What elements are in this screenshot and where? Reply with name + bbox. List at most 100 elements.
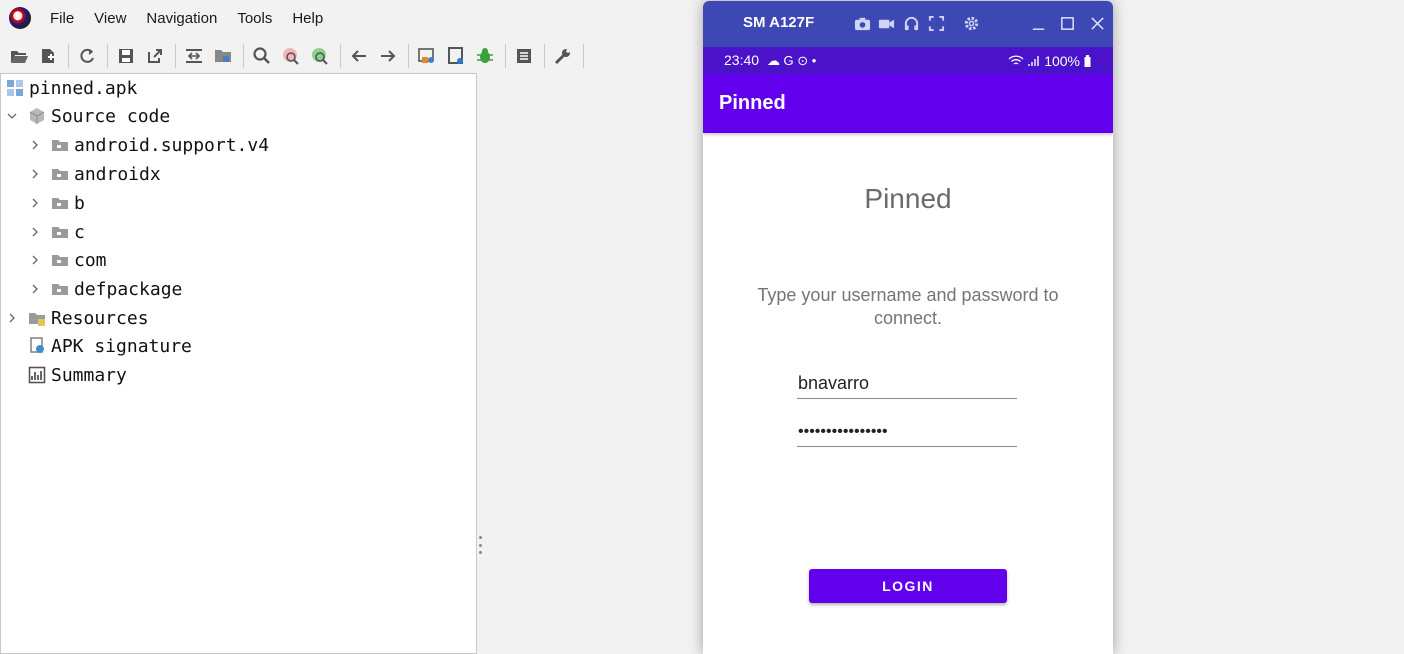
sync-icon[interactable] (75, 44, 99, 68)
status-time: 23:40 ☁ G ⊙ • (724, 52, 817, 68)
panel-splitter-handle[interactable] (478, 536, 482, 554)
summary-chart-icon (27, 365, 47, 385)
tree-item-source-code[interactable]: Source code (5, 102, 170, 130)
quark-icon[interactable] (444, 44, 468, 68)
toolbar-separator (68, 44, 69, 68)
toolbar-separator (175, 44, 176, 68)
tree-root[interactable]: pinned.apk (5, 74, 137, 102)
status-notification-icons: ☁ G ⊙ • (766, 53, 817, 68)
device-mirror-window: SM A127F 23:40 ☁ G ⊙ • 100% Pinned Pinne… (703, 1, 1113, 654)
project-tree-icon[interactable] (211, 44, 235, 68)
toolbar-separator (107, 44, 108, 68)
battery-percent: 100% (1044, 52, 1080, 69)
log-icon[interactable] (512, 44, 536, 68)
tree-item-package[interactable]: com (28, 246, 107, 274)
settings-gear-icon[interactable] (962, 14, 980, 32)
tree-item-resources[interactable]: Resources (5, 304, 149, 332)
tree-item-package[interactable]: android.support.v4 (28, 131, 269, 159)
tree-item-package[interactable]: c (28, 218, 85, 246)
device-title-bar: SM A127F (703, 1, 1113, 47)
tree-item-summary[interactable]: Summary (27, 361, 127, 389)
status-right: 100% (1008, 53, 1091, 69)
save-icon[interactable] (114, 44, 138, 68)
login-screen: Pinned Type your username and password t… (703, 133, 1113, 654)
tree-root-label: pinned.apk (29, 77, 138, 99)
folder-icon (50, 250, 70, 270)
chevron-right-icon[interactable] (28, 253, 42, 267)
apk-icon (5, 78, 25, 98)
chevron-right-icon[interactable] (5, 311, 19, 325)
tree-item-label: Summary (51, 364, 127, 386)
maximize-icon[interactable] (1058, 14, 1076, 32)
package-box-icon (27, 106, 47, 126)
toolbar-separator (505, 44, 506, 68)
android-status-bar: 23:40 ☁ G ⊙ • 100% (703, 47, 1113, 74)
chevron-right-icon[interactable] (28, 138, 42, 152)
menu-tools[interactable]: Tools (237, 10, 272, 27)
chevron-right-icon[interactable] (28, 282, 42, 296)
menu-bar: File View Navigation Tools Help (0, 0, 700, 36)
search-icon[interactable] (250, 44, 274, 68)
open-folder-icon[interactable] (7, 44, 31, 68)
add-files-icon[interactable] (36, 44, 60, 68)
folder-icon (50, 279, 70, 299)
resources-folder-icon (27, 308, 47, 328)
wifi-icon (1008, 54, 1024, 65)
tree-item-label: c (74, 221, 85, 243)
username-field[interactable]: bnavarro (797, 369, 1017, 399)
tree-item-label: b (74, 192, 85, 214)
tree-item-package[interactable]: androidx (28, 160, 161, 188)
signal-icon (1028, 55, 1039, 66)
chevron-right-icon[interactable] (28, 225, 42, 239)
toolbar-separator (408, 44, 409, 68)
preferences-wrench-icon[interactable] (551, 44, 575, 68)
chevron-right-icon[interactable] (28, 167, 42, 181)
headphones-icon[interactable] (902, 14, 920, 32)
tree-item-package[interactable]: b (28, 189, 85, 217)
back-arrow-icon[interactable] (347, 44, 371, 68)
password-field[interactable]: •••••••••••••••• (797, 417, 1017, 447)
folder-icon (50, 193, 70, 213)
toolbar-separator (243, 44, 244, 68)
folder-icon (50, 164, 70, 184)
menu-navigation[interactable]: Navigation (146, 10, 217, 27)
toolbar (0, 40, 640, 72)
toolbar-separator (583, 44, 584, 68)
video-record-icon[interactable] (877, 14, 895, 32)
tree-item-label: defpackage (74, 278, 183, 300)
signature-certificate-icon (27, 336, 47, 356)
folder-icon (50, 222, 70, 242)
chevron-down-icon[interactable] (5, 109, 19, 123)
login-heading: Pinned (864, 183, 952, 214)
search-usage-icon[interactable] (308, 44, 332, 68)
camera-icon[interactable] (853, 14, 871, 32)
login-button[interactable]: LOGIN (809, 569, 1007, 603)
app-bar-title: Pinned (719, 92, 786, 114)
menu-file[interactable]: File (50, 10, 74, 27)
export-icon[interactable] (143, 44, 167, 68)
tree-item-label: APK signature (51, 335, 192, 357)
goto-class-icon[interactable] (182, 44, 206, 68)
deobfuscation-icon[interactable] (415, 44, 439, 68)
login-instructions: Type your username and password to conne… (757, 285, 1059, 328)
debug-bug-icon[interactable] (473, 44, 497, 68)
tree-item-label: androidx (74, 163, 161, 185)
menu-help[interactable]: Help (292, 10, 323, 27)
chevron-right-icon[interactable] (28, 196, 42, 210)
tree-item-label: Source code (51, 105, 171, 127)
toolbar-separator (544, 44, 545, 68)
forward-arrow-icon[interactable] (376, 44, 400, 68)
tree-item-apk-signature[interactable]: APK signature (27, 332, 192, 360)
jadx-logo-icon (9, 7, 31, 29)
battery-icon (1084, 54, 1091, 67)
minimize-icon[interactable] (1029, 14, 1047, 32)
tree-item-label: com (74, 249, 107, 271)
close-icon[interactable] (1088, 14, 1106, 32)
tree-item-label: Resources (51, 307, 149, 329)
menu-view[interactable]: View (94, 10, 126, 27)
tree-item-package[interactable]: defpackage (28, 275, 182, 303)
fullscreen-icon[interactable] (927, 14, 945, 32)
device-name: SM A127F (743, 14, 815, 31)
search-class-icon[interactable] (279, 44, 303, 68)
toolbar-separator (340, 44, 341, 68)
